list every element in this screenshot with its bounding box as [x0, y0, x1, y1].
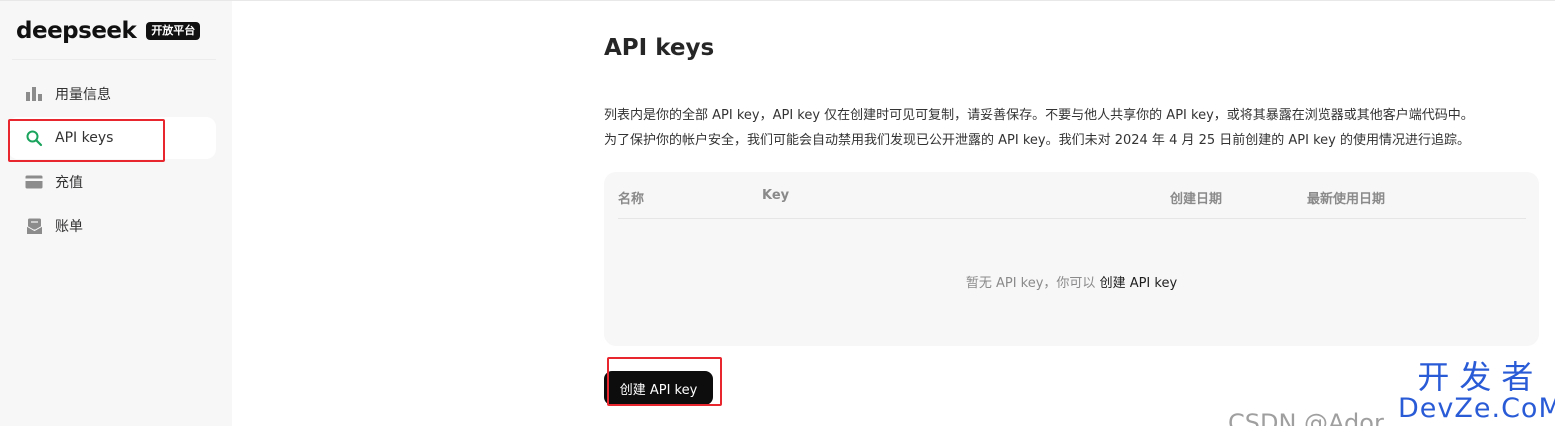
sidebar-item-label: 账单 [55, 219, 83, 235]
card-icon [24, 172, 44, 192]
brand[interactable]: deepseek 开放平台 [16, 17, 201, 45]
page-title: API keys [604, 35, 715, 61]
sidebar-item-billing[interactable]: 账单 [8, 205, 216, 247]
watermark-csdn: CSDN @Ador [1228, 409, 1384, 426]
sidebar-nav: 用量信息 API keys 充值 账单 [8, 73, 216, 249]
brand-divider [12, 59, 216, 60]
watermark-site-en: DevZe.CoM [1398, 393, 1555, 424]
table-header: 名称 Key 创建日期 最新使用日期 [618, 172, 1526, 219]
key-search-icon [24, 128, 44, 148]
column-header-last-used-date: 最新使用日期 [1307, 192, 1386, 207]
watermark-devze: 开发者 DevZe.CoM [1398, 361, 1555, 422]
app-window: deepseek 开放平台 用量信息 API keys 充值 账单 API ke… [0, 0, 1555, 426]
brand-logo: deepseek [16, 18, 137, 44]
sidebar-item-label: 用量信息 [55, 87, 111, 103]
create-api-key-link[interactable]: 创建 API key [1100, 276, 1178, 291]
column-header-created-date: 创建日期 [1170, 192, 1223, 207]
sidebar-item-usage[interactable]: 用量信息 [8, 73, 216, 115]
bar-chart-icon [24, 84, 44, 104]
description-line: 为了保护你的帐户安全，我们可能会自动禁用我们发现已公开泄露的 API key。我… [604, 133, 1470, 148]
page-description: 列表内是你的全部 API key，API key 仅在创建时可见可复制，请妥善保… [604, 103, 1539, 153]
api-keys-table: 名称 Key 创建日期 最新使用日期 暂无 API key，你可以 创建 API… [604, 172, 1539, 346]
platform-badge: 开放平台 [146, 22, 201, 40]
sidebar-item-recharge[interactable]: 充值 [8, 161, 216, 203]
column-header-name: 名称 [618, 192, 645, 207]
sidebar: deepseek 开放平台 用量信息 API keys 充值 账单 [0, 1, 232, 426]
column-header-key: Key [762, 188, 790, 203]
create-api-key-button[interactable]: 创建 API key [604, 371, 713, 405]
sidebar-item-label: API keys [55, 130, 114, 146]
table-empty-state: 暂无 API key，你可以 创建 API key [604, 272, 1539, 291]
description-line: 列表内是你的全部 API key，API key 仅在创建时可见可复制，请妥善保… [604, 108, 1474, 123]
watermark-site-cn: 开发者 [1417, 358, 1544, 396]
bill-icon [24, 216, 44, 236]
sidebar-item-api-keys[interactable]: API keys [8, 117, 216, 159]
empty-state-text: 暂无 API key，你可以 [965, 276, 1096, 291]
sidebar-item-label: 充值 [55, 175, 83, 191]
